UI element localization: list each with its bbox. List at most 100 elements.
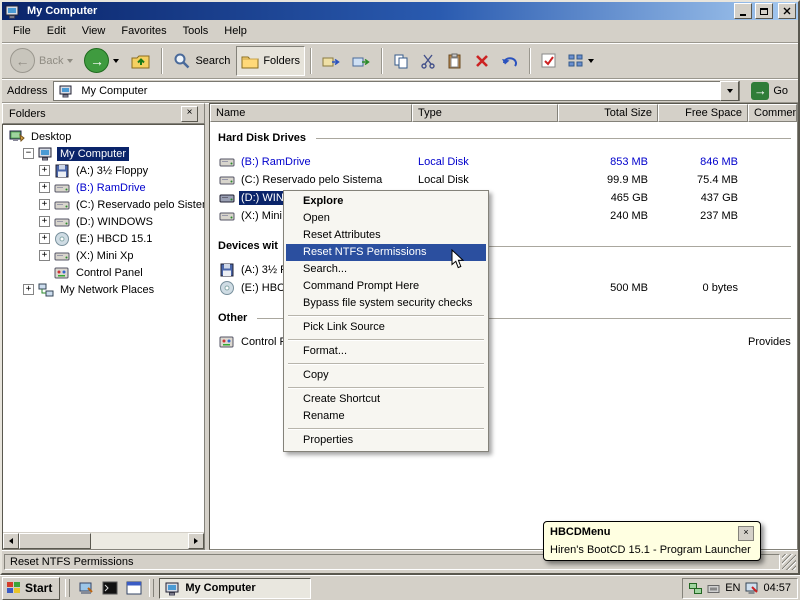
scrollbar-track[interactable] — [19, 533, 188, 549]
menu-tools[interactable]: Tools — [175, 22, 217, 40]
tree-horizontal-scrollbar[interactable] — [3, 532, 204, 549]
scroll-right-button[interactable] — [188, 533, 204, 549]
tree-item-label[interactable]: (C:) Reservado pelo Sistema — [73, 198, 204, 212]
back-button[interactable]: ← Back — [5, 46, 78, 76]
control-panel-icon — [53, 265, 70, 281]
paste-button[interactable] — [442, 46, 468, 76]
file-free-space: 237 MB — [700, 210, 738, 222]
tree-item-label[interactable]: Desktop — [28, 130, 74, 144]
tree-item-my-network-places[interactable]: + My Network Places — [3, 281, 204, 298]
tree-item-label[interactable]: (X:) Mini Xp — [73, 249, 136, 263]
views-button[interactable] — [563, 46, 599, 76]
menu-item-copy[interactable]: Copy — [286, 367, 486, 384]
tree-item-hbcd-e[interactable]: + (E:) HBCD 15.1 — [3, 230, 204, 247]
tree-item-desktop[interactable]: Desktop — [3, 128, 204, 145]
tree-item-label[interactable]: My Network Places — [57, 283, 157, 297]
cut-button[interactable] — [415, 46, 441, 76]
resize-grip-icon[interactable] — [782, 554, 796, 570]
column-header-free-space[interactable]: Free Space — [658, 104, 748, 122]
tree-expand-icon[interactable]: + — [39, 233, 50, 244]
menu-item-rename[interactable]: Rename — [286, 408, 486, 425]
copy-button[interactable] — [388, 46, 414, 76]
delete-button[interactable] — [469, 46, 495, 76]
folders-button[interactable]: Folders — [236, 45, 306, 76]
menu-item-properties[interactable]: Properties — [286, 432, 486, 449]
move-to-button[interactable] — [317, 46, 346, 76]
tree-item-label[interactable]: (B:) RamDrive — [73, 181, 149, 195]
language-indicator[interactable]: EN — [725, 582, 740, 594]
tree-expand-icon[interactable]: + — [39, 165, 50, 176]
address-input[interactable]: My Computer — [53, 80, 741, 101]
tree-item-label[interactable]: (A:) 3½ Floppy — [73, 164, 151, 178]
tree-item-minixp-x[interactable]: + (X:) Mini Xp — [3, 247, 204, 264]
column-header-comment[interactable]: Comment — [748, 104, 797, 122]
menu-item-explore[interactable]: Explore — [286, 193, 486, 210]
file-name[interactable]: (C:) Reservado pelo Sistema — [239, 173, 384, 187]
file-name[interactable]: (B:) RamDrive — [239, 155, 313, 169]
menu-item-pick-link-source[interactable]: Pick Link Source — [286, 319, 486, 336]
tree-expand-icon[interactable]: + — [23, 284, 34, 295]
forward-button[interactable]: → — [79, 46, 124, 76]
taskbar-clock[interactable]: 04:57 — [763, 582, 791, 594]
system-tray: EN 04:57 — [682, 577, 798, 599]
tree-item-drive-c[interactable]: + (C:) Reservado pelo Sistema — [3, 196, 204, 213]
tree-item-label[interactable]: (D:) WINDOWS — [73, 215, 156, 229]
minimize-button[interactable] — [734, 3, 752, 19]
address-dropdown-button[interactable] — [720, 80, 740, 101]
file-free-space: 0 bytes — [702, 282, 738, 294]
tree-expand-icon[interactable]: + — [39, 216, 50, 227]
file-total-size: 465 GB — [610, 192, 648, 204]
balloon-close-button[interactable]: × — [738, 526, 754, 541]
tree-expand-icon[interactable]: + — [39, 199, 50, 210]
menu-favorites[interactable]: Favorites — [113, 22, 174, 40]
quicklaunch-explorer-button[interactable] — [123, 578, 144, 599]
tree-item-drive-d[interactable]: + (D:) WINDOWS — [3, 213, 204, 230]
menu-item-open[interactable]: Open — [286, 210, 486, 227]
quicklaunch-console-button[interactable] — [99, 578, 120, 599]
check-button[interactable] — [536, 46, 562, 76]
tray-network-icon[interactable] — [689, 582, 703, 595]
go-button[interactable]: → Go — [746, 81, 793, 101]
column-header-total-size[interactable]: Total Size — [558, 104, 658, 122]
tree-item-ramdrive-b[interactable]: + (B:) RamDrive — [3, 179, 204, 196]
close-button[interactable] — [778, 3, 796, 19]
tree-collapse-icon[interactable]: − — [23, 148, 34, 159]
menu-item-create-shortcut[interactable]: Create Shortcut — [286, 391, 486, 408]
toolbar-handle[interactable] — [65, 579, 71, 597]
scrollbar-thumb[interactable] — [19, 533, 91, 549]
tree-item-label[interactable]: (E:) HBCD 15.1 — [73, 232, 155, 246]
title-bar: My Computer — [2, 2, 798, 20]
up-button[interactable] — [125, 46, 156, 76]
file-row-ramdrive-b[interactable]: (B:) RamDrive Local Disk 853 MB 846 MB — [210, 153, 797, 171]
menu-view[interactable]: View — [74, 22, 114, 40]
tray-device-icon[interactable] — [707, 582, 720, 595]
copy-to-button[interactable] — [347, 46, 376, 76]
tree-expand-icon[interactable]: + — [39, 250, 50, 261]
menu-item-reset-attributes[interactable]: Reset Attributes — [286, 227, 486, 244]
menu-item-format[interactable]: Format... — [286, 343, 486, 360]
tray-display-icon[interactable] — [745, 582, 759, 595]
menu-item-bypass-security-checks[interactable]: Bypass file system security checks — [286, 295, 486, 312]
toolbar-handle[interactable] — [149, 579, 155, 597]
search-button[interactable]: Search — [168, 46, 235, 76]
start-button[interactable]: Start — [2, 576, 61, 600]
tree-item-control-panel[interactable]: Control Panel — [3, 264, 204, 281]
tree-expand-icon[interactable]: + — [39, 182, 50, 193]
menu-edit[interactable]: Edit — [39, 22, 74, 40]
menu-item-command-prompt-here[interactable]: Command Prompt Here — [286, 278, 486, 295]
scroll-left-button[interactable] — [3, 533, 19, 549]
maximize-button[interactable] — [755, 3, 773, 19]
quicklaunch-show-desktop-button[interactable] — [75, 578, 96, 599]
tree-item-floppy-a[interactable]: + (A:) 3½ Floppy — [3, 162, 204, 179]
menu-file[interactable]: File — [5, 22, 39, 40]
file-row-drive-c[interactable]: (C:) Reservado pelo Sistema Local Disk 9… — [210, 171, 797, 189]
column-header-name[interactable]: Name — [210, 104, 412, 122]
tree-item-label[interactable]: Control Panel — [73, 266, 146, 280]
column-header-type[interactable]: Type — [412, 104, 558, 122]
menu-help[interactable]: Help — [216, 22, 255, 40]
taskbar-task-my-computer[interactable]: My Computer — [159, 577, 312, 599]
tree-item-label[interactable]: My Computer — [57, 146, 130, 161]
tree-item-my-computer[interactable]: − My Computer — [3, 145, 204, 162]
folders-pane-close-button[interactable]: × — [181, 105, 198, 122]
undo-button[interactable] — [496, 46, 524, 76]
